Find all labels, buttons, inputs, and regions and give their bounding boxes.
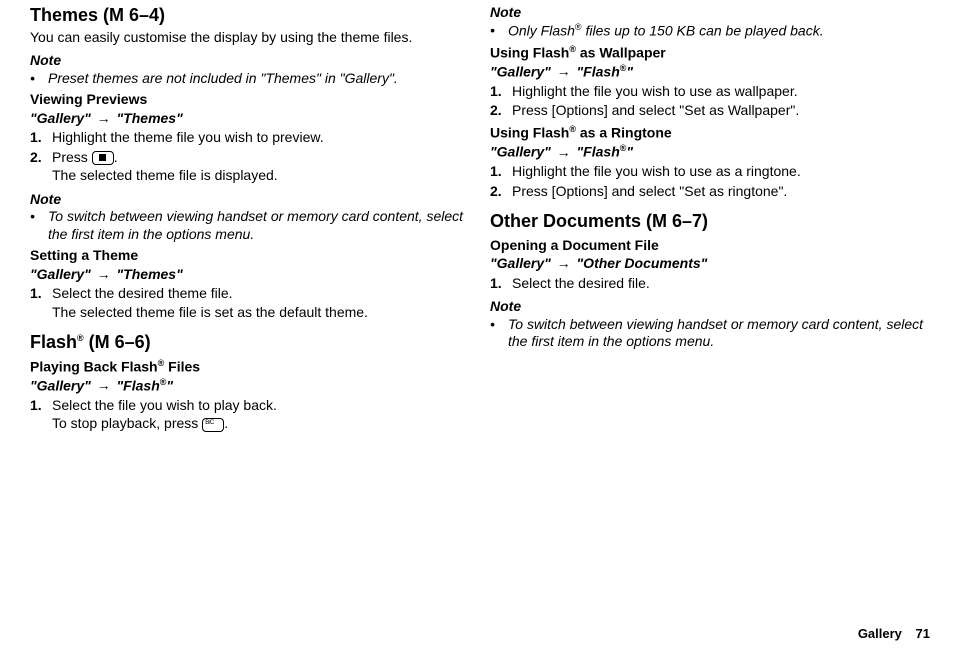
path-gallery-themes: "Gallery" → "Themes" <box>30 110 470 128</box>
steps-flash-wallpaper: 1.Highlight the file you wish to use as … <box>490 83 930 120</box>
note-label: Note <box>30 191 470 209</box>
subheading-playing-flash: Playing Back Flash® Files <box>30 358 470 376</box>
subheading-flash-ringtone: Using Flash® as a Ringtone <box>490 124 930 142</box>
steps-viewing-previews: 1.Highlight the theme file you wish to p… <box>30 129 470 185</box>
themes-note-1: •Preset themes are not included in "Them… <box>30 70 470 88</box>
center-key-icon <box>92 151 114 165</box>
heading-themes: Themes (M 6–4) <box>30 4 470 27</box>
subheading-viewing-previews: Viewing Previews <box>30 91 470 109</box>
steps-opening-document: 1.Select the desired file. <box>490 275 930 293</box>
page-footer: Gallery 71 <box>858 626 930 642</box>
steps-playing-flash: 1. Select the file you wish to play back… <box>30 397 470 433</box>
path-gallery-flash-2: "Gallery" → "Flash®" <box>490 63 930 81</box>
flash-size-note: •Only Flash® files up to 150 KB can be p… <box>490 22 930 40</box>
themes-note-2: •To switch between viewing handset or me… <box>30 208 470 243</box>
path-gallery-flash-3: "Gallery" → "Flash®" <box>490 143 930 161</box>
right-column: Note •Only Flash® files up to 150 KB can… <box>490 4 930 437</box>
heading-other-documents: Other Documents (M 6–7) <box>490 210 930 233</box>
footer-page-number: 71 <box>916 626 930 641</box>
note-label: Note <box>490 298 930 316</box>
footer-section-label: Gallery <box>858 626 902 641</box>
subheading-flash-wallpaper: Using Flash® as Wallpaper <box>490 44 930 62</box>
left-column: Themes (M 6–4) You can easily customise … <box>30 4 470 437</box>
back-clear-key-icon <box>202 418 224 432</box>
note-label: Note <box>490 4 930 22</box>
steps-flash-ringtone: 1.Highlight the file you wish to use as … <box>490 163 930 200</box>
subheading-opening-document: Opening a Document File <box>490 237 930 255</box>
subheading-setting-theme: Setting a Theme <box>30 247 470 265</box>
path-gallery-other-documents: "Gallery" → "Other Documents" <box>490 255 930 273</box>
note-label: Note <box>30 52 470 70</box>
heading-flash: Flash® (M 6–6) <box>30 331 470 354</box>
other-note: •To switch between viewing handset or me… <box>490 316 930 351</box>
themes-intro: You can easily customise the display by … <box>30 29 470 47</box>
path-gallery-flash: "Gallery" → "Flash®" <box>30 377 470 395</box>
path-gallery-themes-2: "Gallery" → "Themes" <box>30 266 470 284</box>
steps-setting-theme: 1. Select the desired theme file. The se… <box>30 285 470 321</box>
